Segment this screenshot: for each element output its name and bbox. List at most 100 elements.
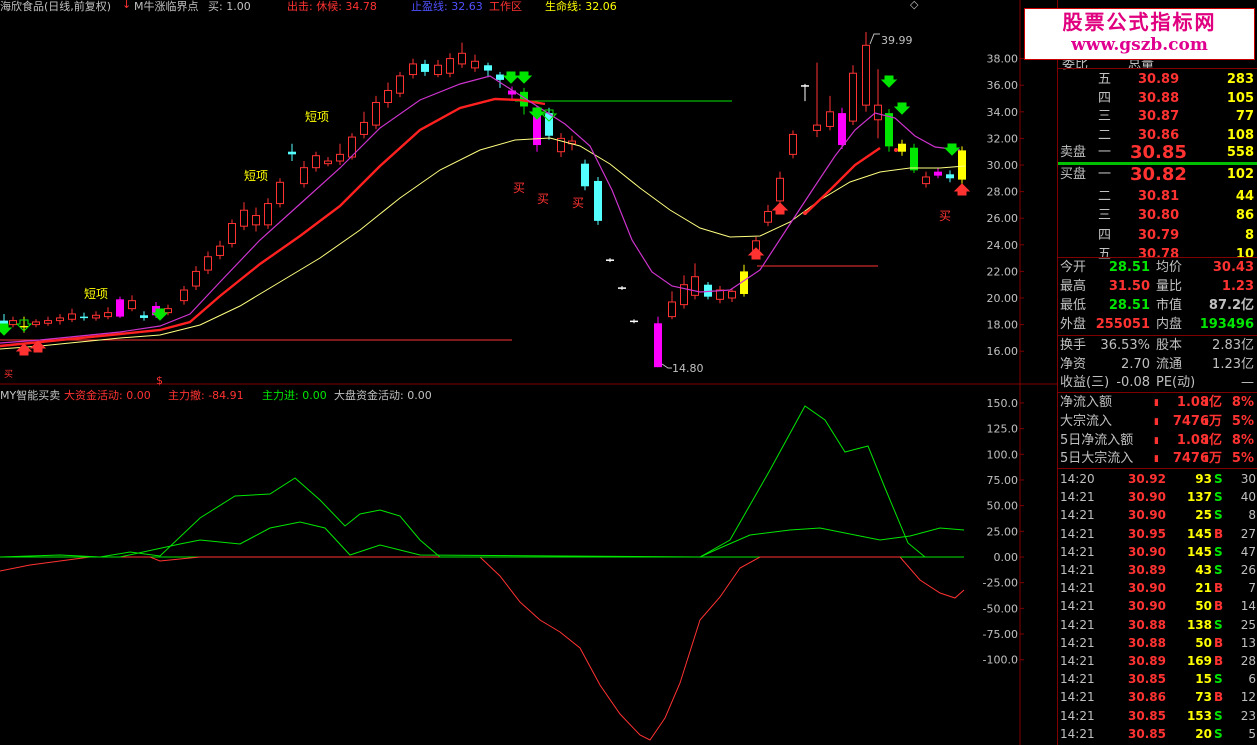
- buy-order-row[interactable]: 四 30.79 8: [1058, 227, 1257, 245]
- order-volume: 86: [1235, 208, 1254, 223]
- candle-body: [92, 314, 100, 319]
- tick-price: 30.90: [1128, 508, 1166, 523]
- candle-body: [9, 320, 17, 326]
- candle-body: [654, 323, 662, 368]
- ma-work-line-2: [804, 147, 881, 215]
- tick-count: 30: [1240, 472, 1256, 486]
- price-tick-label: 34.00: [987, 106, 1019, 119]
- candle-body: [898, 143, 906, 152]
- tick-time: 14:21: [1060, 654, 1095, 668]
- watermark-url: www.gszb.com: [1071, 35, 1208, 55]
- stat-value: 31.50: [1108, 279, 1150, 294]
- tick-count: 7: [1248, 581, 1256, 596]
- tick-trade-row: 14:21 30.89 169 B 28: [1058, 652, 1257, 670]
- candle-body: [372, 101, 380, 126]
- tick-price: 30.92: [1128, 472, 1166, 486]
- candle-body: [80, 316, 88, 319]
- tick-price: 30.86: [1128, 690, 1166, 705]
- stat-label: 量比: [1156, 279, 1183, 294]
- tick-count: 28: [1240, 654, 1256, 668]
- dollar-signal-label: $: [156, 374, 163, 387]
- price-tick-label: 38.00: [987, 53, 1019, 66]
- buy-order-row[interactable]: 三 30.80 86: [1058, 207, 1257, 225]
- candle-body: [826, 111, 834, 127]
- order-level: 三: [1098, 208, 1112, 223]
- tick-side: B: [1214, 654, 1224, 668]
- quote-fundamental-row: 净资 2.70 流通 1.23亿: [1058, 356, 1257, 374]
- flow-bar-icon: ▮: [1204, 435, 1209, 446]
- order-level: 一: [1098, 145, 1112, 160]
- fundamental-label: PE(动): [1156, 375, 1196, 390]
- osc-tick-label: 0.00: [994, 551, 1019, 564]
- collapse-icon[interactable]: ◇: [910, 0, 918, 11]
- tick-volume: 145: [1186, 526, 1212, 541]
- tick-count: 25: [1240, 617, 1256, 632]
- order-level: 一: [1098, 167, 1112, 182]
- signal-dot: [803, 211, 807, 215]
- candle-body: [240, 209, 248, 227]
- sell-arrow-icon: [943, 143, 961, 156]
- tick-price: 30.89: [1128, 563, 1166, 577]
- price-tick-label: 24.00: [987, 239, 1019, 252]
- fundamental-label: 流通: [1156, 356, 1183, 372]
- candle-body: [228, 223, 236, 244]
- sell-arrow-icon: [502, 71, 520, 84]
- tick-trade-row: 14:21 30.88 50 B 13: [1058, 634, 1257, 652]
- tick-price: 30.95: [1128, 526, 1166, 541]
- tick-count: 5: [1248, 726, 1256, 741]
- flow-bar-icon: ▮: [1154, 454, 1159, 465]
- tick-side: S: [1214, 508, 1223, 523]
- buy-order-row[interactable]: 二 30.81 44: [1058, 188, 1257, 206]
- fund-flow-row: 大宗流入 ▮ 7476万 ▮ 5%: [1058, 413, 1257, 431]
- tick-trade-row: 14:21 30.85 20 S 5: [1058, 725, 1257, 743]
- chart-area[interactable]: 短项短项短项买买 买买买 $39.9914.80 38.0036.0034.0032…: [0, 0, 1057, 745]
- fundamental-value: 2.83亿: [1212, 338, 1254, 353]
- candle-body: [838, 113, 846, 146]
- tick-count: 47: [1240, 544, 1256, 559]
- flow-bar-icon: ▮: [1154, 416, 1159, 427]
- candle-body: [116, 299, 124, 317]
- sell-order-row[interactable]: 五 30.89 283: [1058, 71, 1257, 89]
- tick-trade-row: 14:21 30.88 138 S 25: [1058, 616, 1257, 634]
- tick-side: S: [1214, 563, 1223, 577]
- candle-body: [312, 155, 320, 169]
- flow-value: 7476万: [1172, 413, 1222, 429]
- candle-body: [434, 64, 442, 76]
- tick-count: 27: [1240, 526, 1256, 541]
- buy-order-row[interactable]: 买盘一 30.82 102: [1058, 166, 1257, 184]
- tick-price: 30.90: [1128, 599, 1166, 614]
- tick-volume: 43: [1195, 563, 1212, 577]
- osc-tick-label: 75.00: [987, 474, 1019, 487]
- ma-short-line: [0, 75, 961, 344]
- short-top-label: 短项: [84, 287, 108, 301]
- candle-body: [68, 313, 76, 320]
- stat-value: 30.43: [1212, 260, 1254, 275]
- buy-side-label: 买盘: [1060, 167, 1087, 182]
- tick-trade-row: 14:21 30.85 15 S 6: [1058, 670, 1257, 688]
- tick-time: 14:21: [1060, 544, 1095, 559]
- candle-body: [545, 113, 553, 136]
- candle-body: [910, 147, 918, 171]
- candle-body: [776, 177, 784, 202]
- sell-order-row[interactable]: 四 30.88 105: [1058, 90, 1257, 108]
- fund-flow-row: 净流入额 ▮ 1.08亿 ▮ 8%: [1058, 394, 1257, 412]
- order-level: 四: [1098, 227, 1112, 243]
- sell-arrow-icon: [0, 323, 13, 336]
- tick-side: S: [1214, 726, 1223, 741]
- tick-time: 14:21: [1060, 635, 1095, 650]
- high-price-label: 39.99: [881, 34, 913, 47]
- candle-body: [874, 104, 882, 121]
- price-tick-label: 18.00: [987, 319, 1019, 332]
- stat-value: 1.23: [1221, 279, 1254, 294]
- candle-body: [496, 74, 504, 80]
- fundamental-label: 净资: [1060, 356, 1087, 372]
- sell-order-row[interactable]: 三 30.87 77: [1058, 108, 1257, 126]
- candle-body: [581, 163, 589, 187]
- tick-time: 14:21: [1060, 599, 1095, 614]
- sell-order-row[interactable]: 卖盘一 30.85 558: [1058, 144, 1257, 162]
- fundamental-label: 收益(三): [1060, 375, 1110, 390]
- candle-body: [446, 58, 454, 74]
- flow-bar-icon: ▮: [1204, 398, 1209, 408]
- price-tick-label: 22.00: [987, 265, 1019, 278]
- tick-side: S: [1214, 672, 1223, 687]
